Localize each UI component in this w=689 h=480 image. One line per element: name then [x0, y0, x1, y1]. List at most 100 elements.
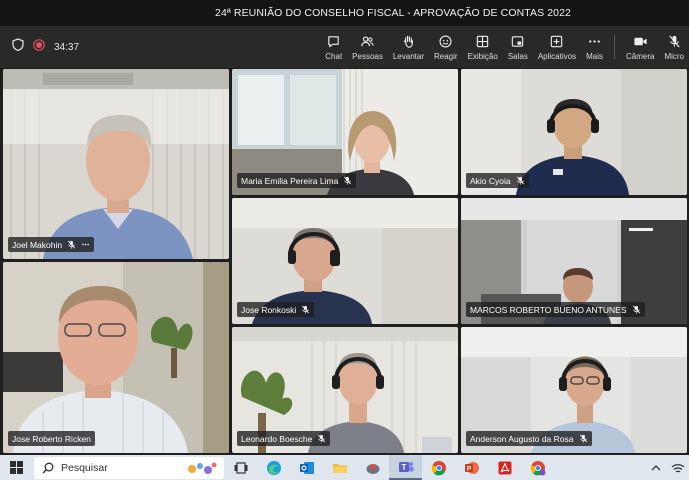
- taskbar-chrome[interactable]: [422, 455, 455, 480]
- powerpoint-icon: P: [464, 461, 479, 474]
- chrome-profile-icon: [530, 460, 545, 475]
- participant-name: Anderson Augusto da Rosa: [470, 433, 574, 444]
- svg-text:P: P: [466, 465, 471, 472]
- network-button[interactable]: [667, 455, 689, 480]
- hand-icon: [403, 35, 413, 48]
- mic-button[interactable]: Micro: [659, 26, 689, 68]
- video-grid: Joel Makohin Maria Emilia Pereira Lima A…: [0, 68, 689, 455]
- chat-label: Chat: [325, 51, 343, 61]
- show-hidden-icons-button[interactable]: [645, 455, 667, 480]
- view-label: Exibição: [467, 51, 498, 61]
- rooms-label: Salas: [507, 51, 528, 61]
- folder-icon: [332, 463, 347, 473]
- more-icon: [589, 39, 600, 43]
- video-tile[interactable]: Joel Makohin: [3, 69, 229, 259]
- mic-muted-icon: [344, 176, 352, 185]
- taskbar-edge[interactable]: [257, 455, 290, 480]
- meeting-title: 24ª REUNIÃO DO CONSELHO FISCAL - APROVAÇ…: [215, 7, 571, 19]
- participant-name-tag: Joel Makohin: [8, 237, 95, 252]
- video-feed: [3, 262, 229, 453]
- view-button[interactable]: Exibição: [463, 26, 503, 68]
- acrobat-icon: [498, 461, 511, 474]
- meeting-timer: 34:37: [54, 41, 80, 53]
- chat-icon: [328, 35, 339, 47]
- mic-label: Micro: [664, 51, 684, 61]
- video-tile[interactable]: MARCOS ROBERTO BUENO ANTUNES: [461, 198, 687, 324]
- edge-icon: [266, 460, 281, 475]
- participant-name: Joel Makohin: [12, 239, 63, 250]
- chrome-icon: [431, 460, 446, 475]
- more-button[interactable]: Mais: [581, 26, 608, 68]
- add-app-icon: [551, 35, 563, 47]
- participant-name-tag: Jose Ronkoski: [237, 302, 315, 317]
- react-button[interactable]: Reagir: [429, 26, 463, 68]
- recording-icon: [33, 38, 45, 56]
- participant-name: Akio Cyoia: [470, 175, 511, 186]
- app-icon: [366, 463, 379, 474]
- participant-name: Jose Roberto Ricken: [12, 433, 91, 444]
- more-label: Mais: [586, 51, 603, 61]
- mic-muted-icon: [579, 434, 587, 443]
- mic-muted-icon: [68, 240, 76, 249]
- teams-icon: T: [398, 461, 413, 472]
- start-button[interactable]: [0, 455, 32, 480]
- shield-icon: [12, 38, 24, 56]
- participant-name: MARCOS ROBERTO BUENO ANTUNES: [470, 304, 627, 315]
- participant-name: Jose Ronkoski: [241, 304, 297, 315]
- participant-name-tag: Leonardo Boesche: [237, 431, 331, 446]
- taskbar-search-box[interactable]: Pesquisar: [34, 456, 224, 479]
- mic-off-icon: [669, 34, 680, 48]
- taskbar-chrome-profile[interactable]: [521, 455, 554, 480]
- apps-button[interactable]: Aplicativos: [533, 26, 581, 68]
- more-options-icon[interactable]: [81, 240, 90, 249]
- participant-name: Maria Emilia Pereira Lima: [241, 175, 339, 186]
- participant-name-tag: Akio Cyoia: [466, 173, 529, 188]
- wifi-icon: [671, 463, 685, 472]
- video-tile[interactable]: Jose Ronkoski: [232, 198, 458, 324]
- chevron-up-icon: [651, 464, 661, 470]
- search-placeholder: Pesquisar: [61, 461, 108, 474]
- meeting-toolbar: 34:37 Chat Pessoas Levantar Reagir Exibi…: [0, 26, 689, 68]
- taskbar-app[interactable]: [356, 455, 389, 480]
- smiley-icon: [439, 34, 452, 48]
- grid-view-icon: [476, 35, 489, 47]
- video-tile[interactable]: Anderson Augusto da Rosa: [461, 327, 687, 453]
- task-view-button[interactable]: [224, 455, 257, 480]
- task-view-icon: [234, 461, 247, 474]
- video-tile[interactable]: Maria Emilia Pereira Lima: [232, 69, 458, 195]
- taskbar-outlook[interactable]: [290, 455, 323, 480]
- rooms-button[interactable]: Salas: [503, 26, 533, 68]
- participant-name-tag: MARCOS ROBERTO BUENO ANTUNES: [466, 302, 645, 317]
- outlook-icon: [299, 461, 314, 474]
- mic-muted-icon: [302, 305, 310, 314]
- mic-muted-icon: [516, 176, 524, 185]
- search-highlight-icon: [188, 462, 217, 474]
- video-tile[interactable]: Leonardo Boesche: [232, 327, 458, 453]
- participant-name-tag: Jose Roberto Ricken: [8, 431, 95, 446]
- people-button[interactable]: Pessoas: [347, 26, 388, 68]
- windows-logo-icon: [9, 461, 23, 474]
- video-tile-active-speaker[interactable]: Jose Roberto Ricken: [3, 262, 229, 453]
- window-title-bar: 24ª REUNIÃO DO CONSELHO FISCAL - APROVAÇ…: [0, 0, 689, 26]
- taskbar-powerpoint[interactable]: P: [455, 455, 488, 480]
- taskbar-file-explorer[interactable]: [323, 455, 356, 480]
- people-label: Pessoas: [352, 51, 383, 61]
- toolbar-divider: [613, 35, 615, 59]
- mic-muted-icon: [318, 434, 326, 443]
- video-feed: [3, 69, 229, 259]
- participant-name-tag: Anderson Augusto da Rosa: [466, 431, 592, 446]
- taskbar-acrobat[interactable]: [488, 455, 521, 480]
- apps-label: Aplicativos: [537, 51, 577, 61]
- taskbar-teams[interactable]: T: [389, 455, 422, 480]
- participant-name: Leonardo Boesche: [241, 433, 313, 444]
- raise-hand-label: Levantar: [392, 51, 424, 61]
- mic-muted-icon: [632, 305, 640, 314]
- raise-hand-button[interactable]: Levantar: [388, 26, 429, 68]
- participant-name-tag: Maria Emilia Pereira Lima: [237, 173, 357, 188]
- camera-button[interactable]: Câmera: [621, 26, 659, 68]
- chat-button[interactable]: Chat: [320, 26, 347, 68]
- camera-label: Câmera: [625, 51, 655, 61]
- react-label: Reagir: [434, 51, 458, 61]
- video-tile[interactable]: Akio Cyoia: [461, 69, 687, 195]
- rooms-icon: [512, 35, 524, 47]
